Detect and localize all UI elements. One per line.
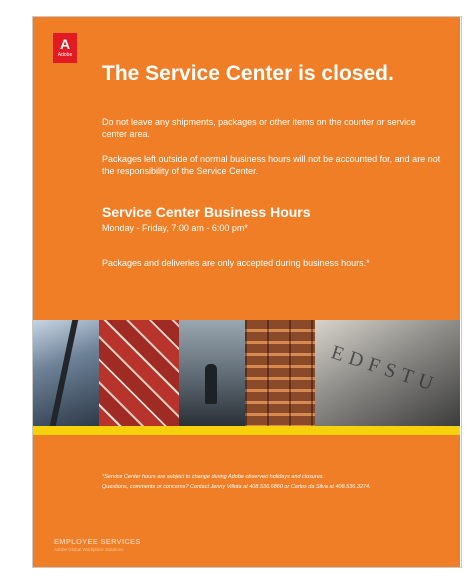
employee-services-subtitle: Adobe Global Workplace Solutions	[54, 547, 124, 552]
deliveries-note: Packages and deliveries are only accepte…	[102, 258, 370, 268]
adobe-logo: A Adobe	[53, 33, 77, 63]
photo-engraved-stone: EDFSTU	[315, 320, 460, 426]
employee-services-title: EMPLOYEE SERVICES	[54, 537, 141, 546]
engraved-letters: EDFSTU	[328, 341, 442, 397]
yellow-accent-band	[33, 426, 460, 435]
photo-mail-shelves	[245, 320, 315, 426]
footnote-line-1: *Service Center hours are subject to cha…	[102, 474, 325, 480]
business-hours-schedule: Monday - Friday, 7:00 am - 6:00 pm*	[102, 223, 248, 233]
photo-strip: EDFSTU	[33, 320, 460, 426]
adobe-logo-wordmark: Adobe	[57, 52, 73, 58]
adobe-logo-mark: A	[59, 36, 71, 52]
notice-paragraph-1: Do not leave any shipments, packages or …	[102, 117, 416, 139]
hours-footnote: *Service Center hours are subject to cha…	[102, 472, 442, 492]
page-title: The Service Center is closed.	[102, 62, 394, 85]
business-hours-heading: Service Center Business Hours	[102, 204, 311, 220]
photo-red-tiles	[99, 320, 179, 426]
photo-tower	[33, 320, 99, 426]
notice-paragraph-2: Packages left outside of normal business…	[102, 154, 441, 176]
photo-person-walkway	[179, 320, 245, 426]
footnote-line-2: Questions, comments or concerns? Contact…	[102, 484, 371, 490]
